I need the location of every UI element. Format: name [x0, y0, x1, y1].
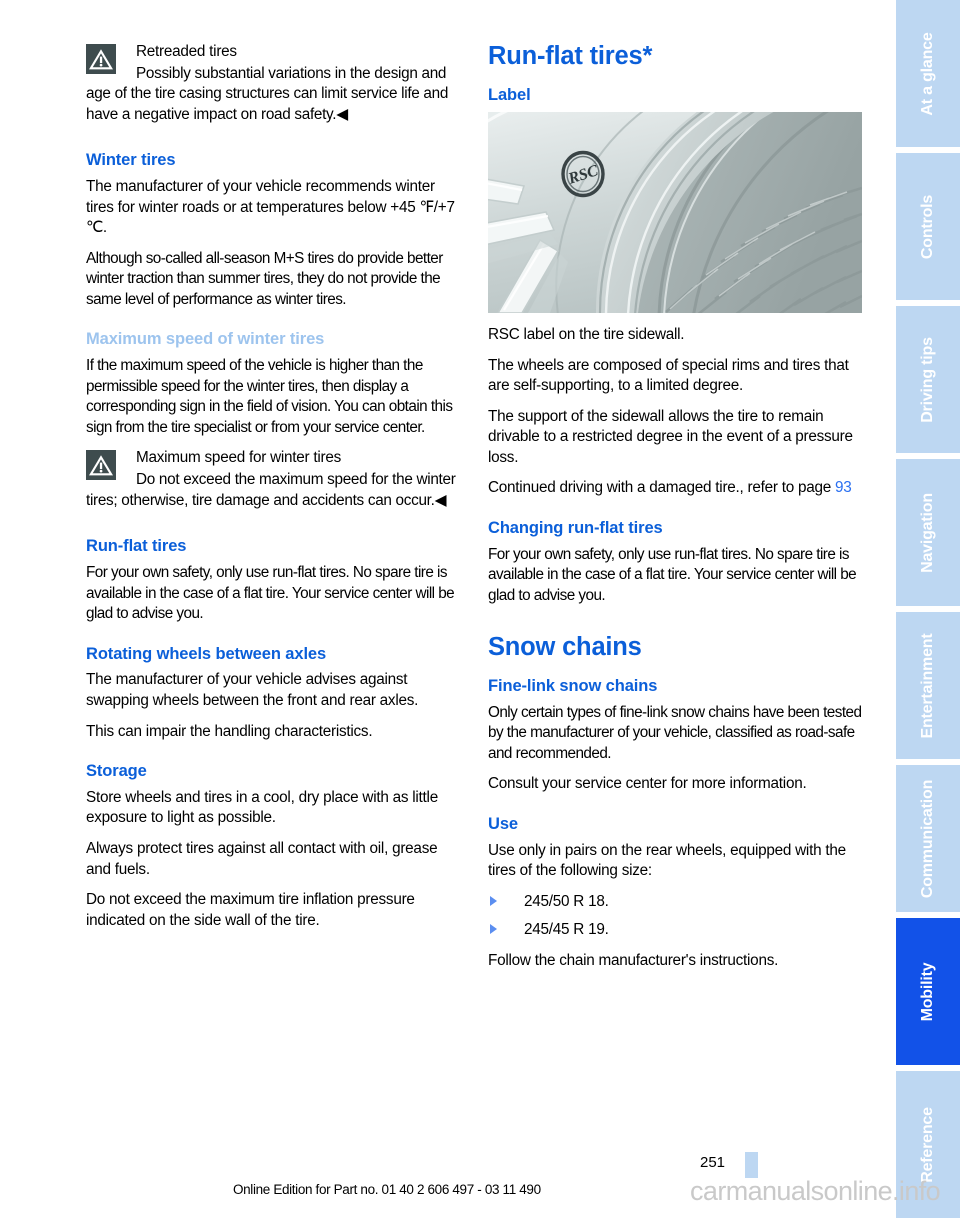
figure-caption-rsc-label: RSC label on the tire sidewall. — [488, 326, 685, 344]
paragraph-label-1: The wheels are composed of special rims … — [488, 356, 849, 395]
paragraph-fine-link-2: Consult your service center for more inf… — [488, 775, 807, 793]
list-item: 245/50 R 18. — [488, 892, 867, 913]
notice-body: Do not exceed the maximum speed for the … — [86, 471, 456, 509]
heading-label: Label — [488, 86, 531, 105]
heading-run-flat-tires: Run-flat tires — [86, 537, 187, 556]
paragraph-winter-tires-2: Although so-called all-season M+S tires … — [86, 249, 443, 308]
triangle-bullet-icon — [490, 924, 497, 935]
paragraph-use-outro: Follow the chain manufacturer's instruct… — [488, 951, 779, 969]
paragraph-label-2: The support of the sidewall allows the t… — [488, 407, 853, 466]
warning-triangle-icon — [86, 44, 116, 74]
sidebar-tab-label: Driving tips — [919, 336, 936, 423]
notice-title: Maximum speed for winter tires — [136, 449, 342, 467]
sidebar-tab-label: Mobility — [919, 962, 936, 1021]
notice-title: Retreaded tires — [136, 43, 237, 60]
paragraph-fine-link-1: Only certain types of fine-link snow cha… — [488, 703, 862, 762]
heading-winter-tires: Winter tires — [86, 151, 176, 170]
watermark-text: carmanualsonline.info — [690, 1176, 941, 1206]
tire-sidewall-rsc-label-image: RSC — [488, 112, 862, 314]
warning-notice-retreaded-tires: Retreaded tires Possibly substantial var… — [86, 42, 465, 125]
warning-notice-maximum-speed: Maximum speed for winter tires Do not ex… — [86, 448, 465, 511]
paragraph-run-flat-tires-1: For your own safety, only use run-flat t… — [86, 563, 455, 623]
paragraph-winter-tires-1: The manufacturer of your vehicle recomme… — [86, 178, 455, 237]
notice-body: Possibly substantial variations in the d… — [86, 64, 449, 123]
paragraph-storage-1: Store wheels and tires in a cool, dry pl… — [86, 788, 438, 827]
sidebar-tab-label: Communication — [919, 779, 936, 898]
left-text-column: Retreaded tires Possibly substantial var… — [86, 42, 465, 941]
sidebar-tab-controls[interactable]: Controls — [896, 153, 960, 300]
page-reference-link[interactable]: 93 — [835, 479, 852, 496]
paragraph-use-intro: Use only in pairs on the rear wheels, eq… — [488, 841, 846, 880]
sidebar-tab-label: Navigation — [919, 492, 936, 573]
sidebar-tab-label: Reference — [919, 1106, 936, 1183]
paragraph-continued-driving: Continued driving with a damaged tire., … — [488, 478, 867, 499]
sidebar-tab-navigation[interactable]: Navigation — [896, 459, 960, 606]
paragraph-storage-3: Do not exceed the maximum tire inflation… — [86, 891, 415, 929]
sidebar-tab-communication[interactable]: Communication — [896, 765, 960, 912]
list-item: 245/45 R 19. — [488, 920, 867, 941]
heading-use: Use — [488, 814, 518, 833]
page-number-marker — [745, 1152, 758, 1178]
manual-page: Retreaded tires Possibly substantial var… — [0, 0, 960, 1222]
sidebar-tab-at-a-glance[interactable]: At a glance — [896, 0, 960, 147]
heading-storage: Storage — [86, 762, 147, 781]
sidebar-tab-label: At a glance — [919, 31, 936, 116]
list-item-label: 245/45 R 19. — [524, 921, 609, 939]
paragraph-rotating-wheels-1: The manufacturer of your vehicle advises… — [86, 671, 419, 709]
section-title-snow-chains: Snow chains — [488, 632, 642, 661]
right-text-column: Run-flat tires* Label RSC RSC label on t… — [488, 42, 867, 982]
triangle-bullet-icon — [490, 895, 497, 906]
sidebar-tab-driving-tips[interactable]: Driving tips — [896, 306, 960, 453]
tire-size-list: 245/50 R 18. 245/45 R 19. — [488, 892, 867, 941]
paragraph-rotating-wheels-2: This can impair the handling characteris… — [86, 722, 373, 740]
heading-maximum-speed-of-winter-tires: Maximum speed of winter tires — [86, 330, 325, 349]
warning-triangle-icon — [86, 450, 116, 481]
heading-fine-link-snow-chains: Fine-link snow chains — [488, 676, 658, 695]
sidebar-tab-mobility[interactable]: Mobility — [896, 918, 960, 1065]
page-title-run-flat-tires: Run-flat tires* — [488, 42, 653, 70]
section-tab-strip: At a glance Controls Driving tips Navigatio… — [896, 0, 960, 1222]
footer-edition-text: Online Edition for Part no. 01 40 2 606 … — [233, 1182, 541, 1197]
sidebar-tab-entertainment[interactable]: Entertainment — [896, 612, 960, 759]
page-number: 251 — [700, 1154, 726, 1171]
sidebar-tab-label: Entertainment — [919, 633, 936, 738]
continued-driving-text: Continued driving with a damaged tire., … — [488, 479, 836, 497]
paragraph-maximum-speed-1: If the maximum speed of the vehicle is h… — [86, 357, 453, 436]
paragraph-changing-run-flat-1: For your own safety, only use run-flat t… — [488, 545, 857, 604]
heading-rotating-wheels-between-axles: Rotating wheels between axles — [86, 644, 327, 663]
list-item-label: 245/50 R 18. — [524, 892, 609, 910]
heading-changing-run-flat-tires: Changing run-flat tires — [488, 519, 663, 538]
paragraph-storage-2: Always protect tires against all contact… — [86, 840, 438, 878]
sidebar-tab-label: Controls — [919, 194, 936, 259]
